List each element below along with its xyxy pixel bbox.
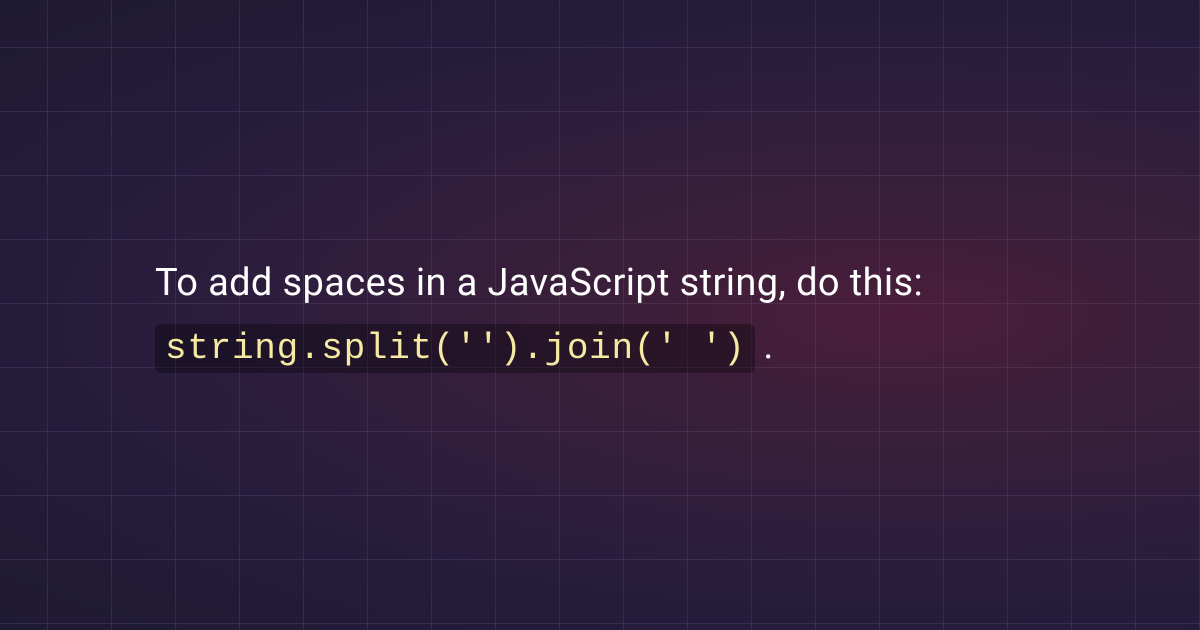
tip-text: To add spaces in a JavaScript string, do… bbox=[155, 252, 1080, 378]
code-snippet: string.split('').join(' ') bbox=[155, 324, 755, 373]
main-content: To add spaces in a JavaScript string, do… bbox=[155, 252, 1080, 378]
tip-prefix: To add spaces in a JavaScript string, do… bbox=[155, 261, 923, 305]
tip-suffix: . bbox=[763, 324, 773, 368]
